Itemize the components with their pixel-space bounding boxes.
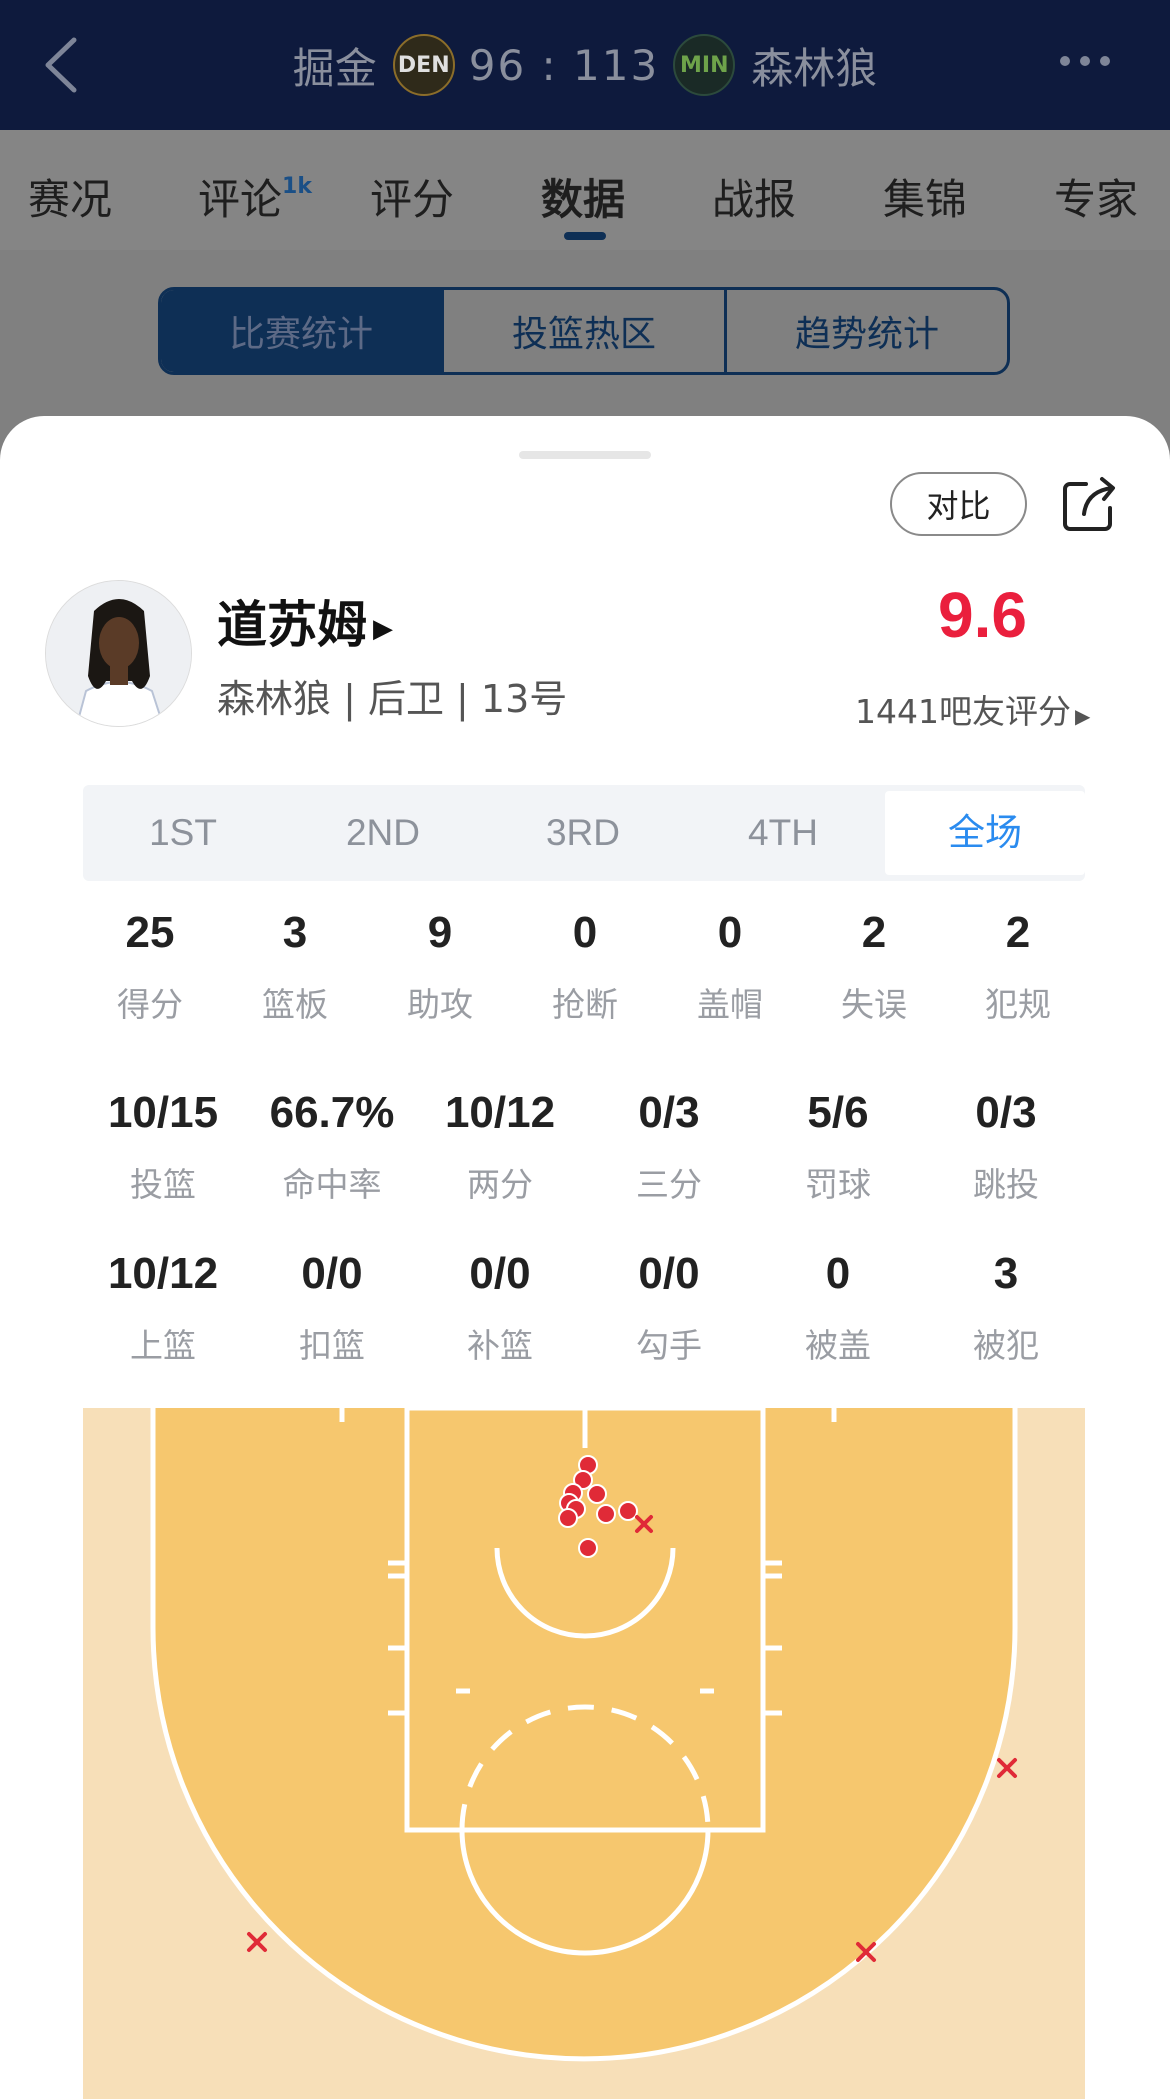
share-icon[interactable] — [1060, 474, 1120, 534]
stats-row-basic: 25 得分 3 篮板 9 助攻 0 抢断 0 盖帽 2 失误 2 犯规 — [0, 908, 1170, 1038]
stat-blocked: 0 被盖 — [805, 1249, 871, 1365]
stats-row-shooting: 10/15 投篮 66.7% 命中率 10/12 两分 0/3 三分 5/6 罚球 0/3… — [0, 1088, 1170, 1218]
away-team-logo: MIN — [673, 34, 736, 96]
segment-shot-zones[interactable]: 投篮热区 — [441, 290, 724, 372]
player-info: 森林狼 | 后卫 | 13号 — [217, 677, 568, 721]
more-options-icon[interactable] — [1060, 56, 1110, 66]
tab-report[interactable]: 战报 — [712, 166, 796, 227]
player-rating: 9.6 — [938, 579, 1027, 651]
tab-data[interactable]: 数据 — [541, 166, 625, 227]
tab-highlights[interactable]: 集锦 — [883, 166, 967, 227]
player-name[interactable]: 道苏姆 ▶ — [217, 585, 393, 657]
compare-button[interactable]: 对比 — [890, 472, 1027, 536]
player-photo-icon — [46, 581, 191, 726]
game-score: 96 : 113 — [468, 40, 660, 90]
court-diagram — [83, 1408, 1085, 2099]
rating-arrow-icon: ▶ — [1074, 704, 1091, 728]
segment-trend-stats[interactable]: 趋势统计 — [724, 290, 1007, 372]
period-2nd[interactable]: 2ND — [283, 812, 483, 854]
period-1st[interactable]: 1ST — [83, 812, 283, 854]
period-full-game[interactable]: 全场 — [885, 791, 1085, 875]
made-shot-marker — [596, 1504, 616, 1524]
stat-hook-shots: 0/0 勾手 — [636, 1249, 702, 1365]
tab-comments[interactable]: 评论1k — [198, 166, 312, 227]
tab-game-status[interactable]: 赛况 — [28, 166, 112, 227]
active-tab-indicator — [564, 232, 606, 240]
home-team-name: 掘金 — [292, 43, 377, 93]
stats-segment-control: 比赛统计 投篮热区 趋势统计 — [158, 287, 1010, 375]
stat-two-pointers: 10/12 两分 — [444, 1088, 556, 1204]
stat-fouls: 2 犯规 — [985, 908, 1051, 1024]
stat-layups: 10/12 上篮 — [107, 1249, 219, 1365]
player-name-arrow-icon: ▶ — [373, 613, 393, 644]
game-scoreline: 掘金 DEN 96 : 113 MIN 森林狼 — [0, 0, 1170, 130]
stat-three-pointers: 0/3 三分 — [636, 1088, 702, 1204]
shot-chart — [83, 1408, 1085, 2099]
stat-field-goals: 10/15 投篮 — [107, 1088, 219, 1204]
sheet-drag-handle[interactable] — [519, 451, 651, 459]
made-shot-marker — [587, 1484, 607, 1504]
stat-dunks: 0/0 扣篮 — [299, 1249, 365, 1365]
stat-free-throws: 5/6 罚球 — [805, 1088, 871, 1204]
tab-ratings[interactable]: 评分 — [370, 166, 454, 227]
away-team-name: 森林狼 — [751, 43, 878, 93]
stat-tip-ins: 0/0 补篮 — [467, 1249, 533, 1365]
tab-experts[interactable]: 专家 — [1054, 166, 1138, 227]
segment-game-stats[interactable]: 比赛统计 — [161, 290, 441, 372]
player-avatar[interactable] — [45, 580, 192, 727]
made-shot-marker — [618, 1501, 638, 1521]
made-shot-marker — [558, 1508, 578, 1528]
period-4th[interactable]: 4TH — [683, 812, 883, 854]
made-shot-marker — [578, 1538, 598, 1558]
period-selector: 1ST 2ND 3RD 4TH 全场 — [83, 785, 1085, 881]
rating-count-link[interactable]: 1441吧友评分 ▶ — [855, 685, 1090, 733]
stats-row-shot-types: 10/12 上篮 0/0 扣篮 0/0 补篮 0/0 勾手 0 被盖 3 被犯 — [0, 1249, 1170, 1379]
stat-fg-percentage: 66.7% 命中率 — [269, 1088, 395, 1204]
stat-jump-shots: 0/3 跳投 — [973, 1088, 1039, 1204]
comments-badge: 1k — [282, 174, 312, 199]
stat-fouls-drawn: 3 被犯 — [973, 1249, 1039, 1365]
home-team-logo: DEN — [392, 34, 455, 96]
period-3rd[interactable]: 3RD — [483, 812, 683, 854]
